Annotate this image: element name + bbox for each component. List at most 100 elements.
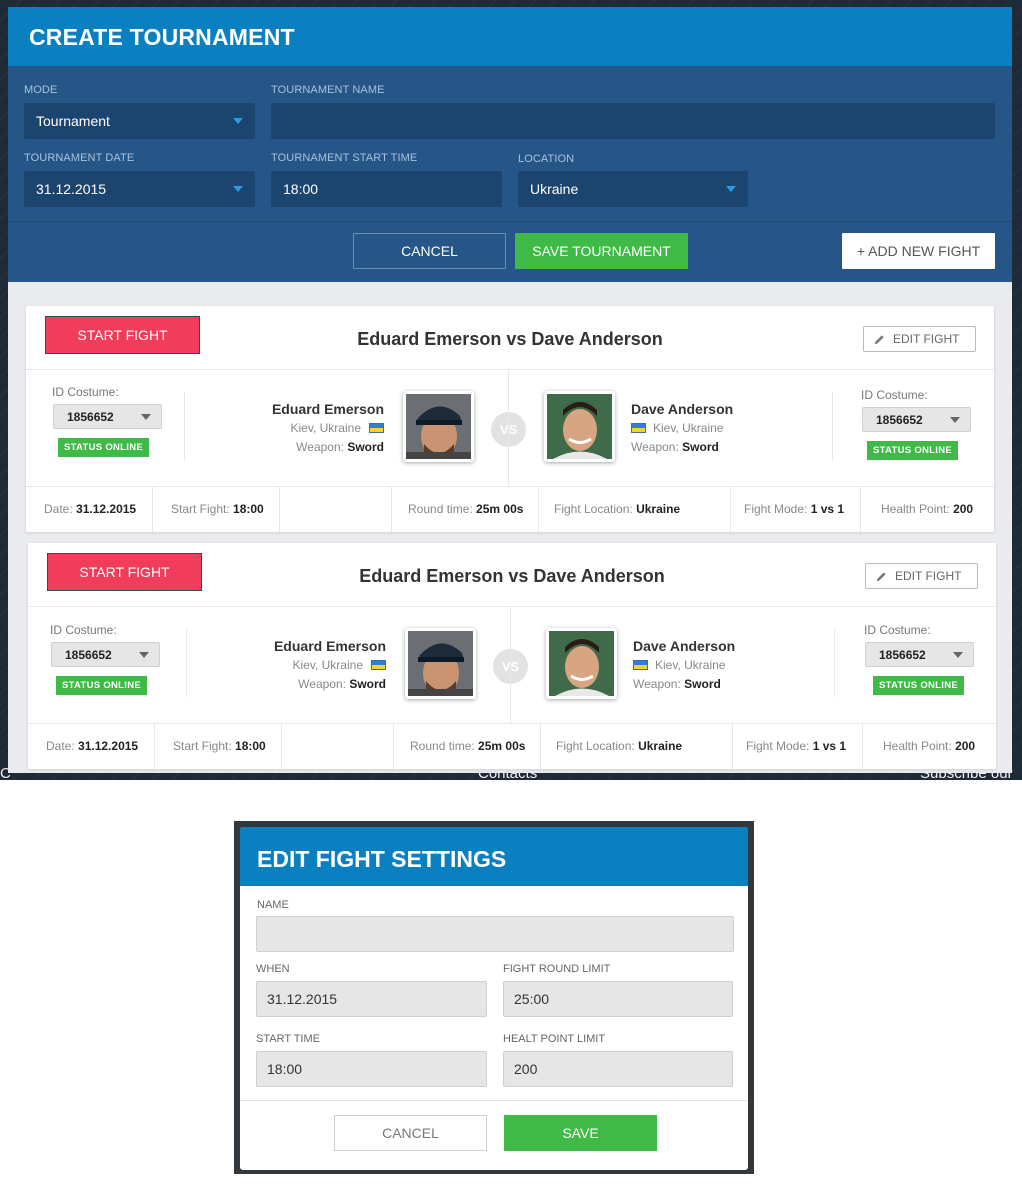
fighter-avatar [546, 628, 617, 699]
location-select[interactable]: Ukraine [518, 171, 748, 207]
location-label: LOCATION [518, 153, 575, 165]
when-input[interactable]: 31.12.2015 [256, 981, 487, 1017]
caret-down-icon [726, 186, 736, 192]
cancel-button[interactable]: CANCEL [353, 233, 506, 269]
footer-value: 18:00 [235, 739, 266, 753]
footer-label: Start Fight: [171, 502, 230, 516]
fight-title: Eduard Emerson vs Dave Anderson [359, 566, 665, 586]
id-costume-label: ID Costume: [864, 623, 931, 637]
when-label: WHEN [256, 963, 290, 975]
footer-health: Health Point: 200 [881, 486, 973, 532]
footer-mode: Fight Mode: 1 vs 1 [744, 486, 844, 532]
fighter-weapon: Weapon: Sword [296, 440, 384, 454]
fight-card: START FIGHT Eduard Emerson vs Dave Ander… [28, 543, 996, 769]
tournament-date-label: TOURNAMENT DATE [24, 152, 135, 164]
divider [154, 723, 155, 769]
fighter-location: Kiev, Ukraine [293, 658, 386, 672]
ukraine-flag-icon [633, 660, 648, 670]
tournament-name-input[interactable] [271, 103, 995, 139]
name-label: NAME [257, 899, 289, 911]
id-costume-label: ID Costume: [861, 388, 928, 402]
footer-date: Date: 31.12.2015 [44, 486, 136, 532]
weapon-value: Sword [349, 677, 386, 691]
footer-location: Fight Location: Ukraine [554, 486, 680, 532]
divider [28, 606, 996, 607]
divider [391, 486, 392, 532]
footer-start: Start Fight: 18:00 [171, 486, 264, 532]
round-limit-label: FIGHT ROUND LIMIT [503, 963, 611, 975]
fight-card: START FIGHT Eduard Emerson vs Dave Ander… [26, 306, 994, 532]
tournament-date-select[interactable]: 31.12.2015 [24, 171, 255, 207]
divider [281, 723, 282, 769]
divider [732, 723, 733, 769]
fighter-name: Dave Anderson [631, 401, 734, 417]
footer-label: Health Point: [881, 502, 950, 516]
fighter-location-text: Kiev, Ukraine [292, 658, 363, 672]
cancel-button[interactable]: CANCEL [334, 1115, 487, 1151]
tournament-action-bar: CANCEL SAVE TOURNAMENT + ADD NEW FIGHT [8, 221, 1012, 282]
id-costume-value: 1856652 [67, 410, 114, 424]
tournament-form: MODE Tournament TOURNAMENT NAME TOURNAME… [8, 66, 1012, 221]
fighter-portrait-icon [549, 631, 614, 696]
weapon-value: Sword [682, 440, 719, 454]
footer-label: Date: [44, 502, 73, 516]
status-badge: STATUS ONLINE [867, 441, 959, 460]
edit-fight-label: EDIT FIGHT [893, 332, 960, 346]
id-costume-select[interactable]: 1856652 [865, 642, 974, 667]
footer-value: 18:00 [233, 502, 264, 516]
footer-value: 31.12.2015 [76, 502, 137, 516]
fighter-name: Dave Anderson [633, 638, 736, 654]
add-new-fight-button[interactable]: + ADD NEW FIGHT [842, 233, 995, 269]
modal-header: CREATE TOURNAMENT [8, 7, 1012, 66]
status-badge: STATUS ONLINE [58, 438, 150, 457]
save-tournament-button[interactable]: SAVE TOURNAMENT [515, 233, 688, 269]
footer-label: Start Fight: [173, 739, 232, 753]
caret-down-icon [953, 652, 963, 658]
edit-fight-button[interactable]: EDIT FIGHT [863, 326, 976, 352]
id-costume-select[interactable]: 1856652 [51, 642, 160, 667]
edit-dialog-header: EDIT FIGHT SETTINGS [240, 827, 748, 886]
fighter-location: Kiev, Ukraine [631, 421, 723, 435]
fighter-cap-portrait-icon [406, 394, 471, 459]
start-time-input[interactable]: 18:00 [271, 171, 502, 207]
health-limit-input[interactable]: 200 [503, 1051, 733, 1087]
footer-label: Fight Location: [554, 502, 633, 516]
footer-label: Round time: [408, 502, 473, 516]
caret-down-icon [950, 417, 960, 423]
footer-value: 25m 00s [478, 739, 526, 753]
id-costume-select[interactable]: 1856652 [53, 404, 162, 429]
footer-value: 1 vs 1 [810, 502, 845, 516]
save-button[interactable]: SAVE [504, 1115, 657, 1151]
id-costume-select[interactable]: 1856652 [862, 407, 971, 432]
weapon-value: Sword [347, 440, 384, 454]
fighter-cap-portrait-icon [408, 631, 473, 696]
start-time-input[interactable]: 18:00 [256, 1051, 487, 1087]
round-limit-input[interactable]: 25:00 [503, 981, 733, 1017]
fighter-location-text: Kiev, Ukraine [290, 421, 361, 435]
mode-select[interactable]: Tournament [24, 103, 255, 139]
edit-fight-frame: EDIT FIGHT SETTINGS NAME WHEN 31.12.2015… [234, 821, 754, 1174]
divider [510, 606, 511, 723]
fight-name-input[interactable] [256, 916, 734, 952]
start-time-label: TOURNAMENT START TIME [271, 152, 418, 164]
edit-fight-button[interactable]: EDIT FIGHT [865, 563, 978, 589]
footer-location: Fight Location: Ukraine [556, 723, 682, 769]
weapon-label: Weapon: [631, 440, 679, 454]
divider [184, 392, 185, 460]
id-costume-label: ID Costume: [52, 385, 119, 399]
fighter-weapon: Weapon: Sword [298, 677, 386, 691]
footer-round: Round time: 25m 00s [410, 723, 525, 769]
fighter-location: Kiev, Ukraine [291, 421, 384, 435]
divider [508, 369, 509, 486]
fighter-name: Eduard Emerson [271, 401, 384, 417]
footer-label: Fight Location: [556, 739, 635, 753]
footer-date: Date: 31.12.2015 [46, 723, 138, 769]
footer-health: Health Point: 200 [883, 723, 975, 769]
status-badge: STATUS ONLINE [873, 676, 965, 695]
weapon-label: Weapon: [296, 440, 344, 454]
divider [860, 486, 861, 532]
caret-down-icon [139, 652, 149, 658]
divider [26, 369, 994, 370]
pencil-icon [876, 572, 886, 582]
footer-mode: Fight Mode: 1 vs 1 [746, 723, 846, 769]
